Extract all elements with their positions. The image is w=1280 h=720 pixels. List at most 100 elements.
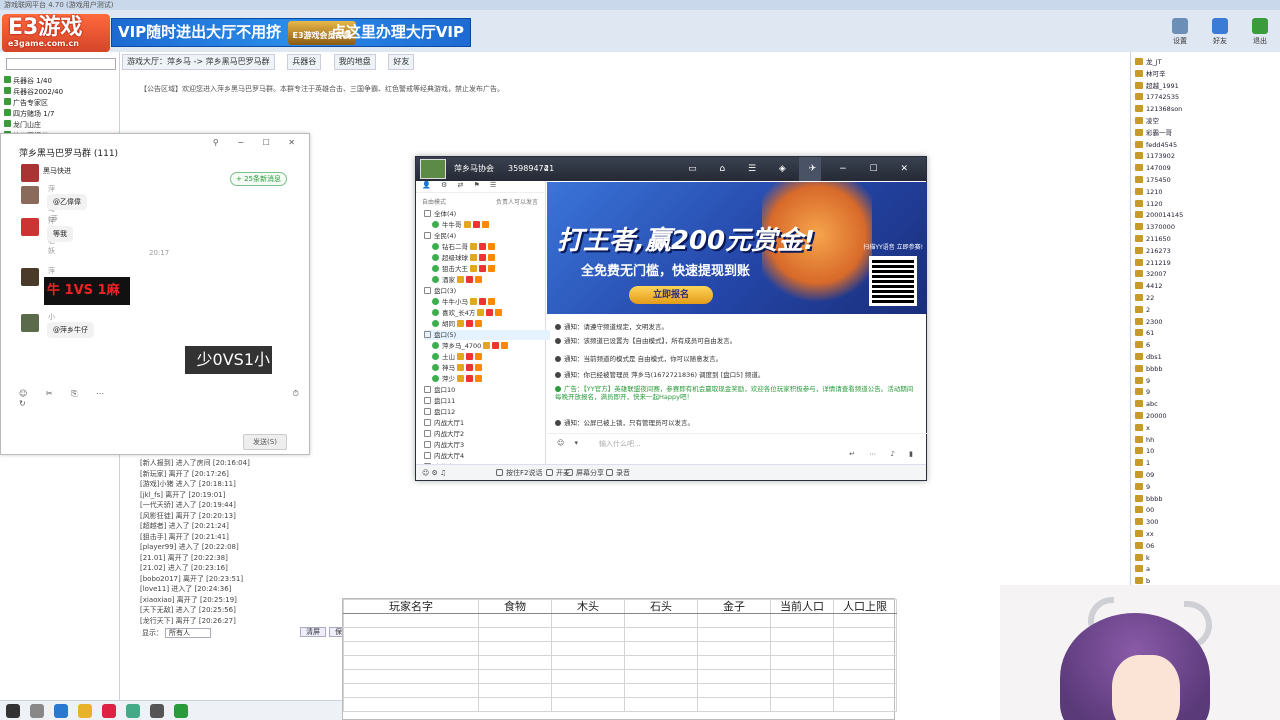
tree-toolbar[interactable]: 👤 ⚙ ⇄ ⚑ ☰ bbox=[416, 181, 546, 193]
app-icon[interactable] bbox=[102, 704, 116, 718]
vip-banner[interactable]: VIP随时进出大厅不用挤 E3游戏会员专属 点这里办理大厅VIP bbox=[111, 18, 471, 47]
table-cell[interactable] bbox=[343, 669, 479, 684]
user-list-item[interactable]: 200014145 bbox=[1135, 211, 1183, 220]
user-list-item[interactable]: 4412 bbox=[1135, 282, 1163, 291]
user-list-item[interactable]: xx bbox=[1135, 530, 1154, 539]
user-list-item[interactable]: 09 bbox=[1135, 471, 1154, 480]
table-cell[interactable] bbox=[343, 655, 479, 670]
channel-tree-item[interactable]: 牛牛哥 bbox=[432, 220, 489, 230]
table-cell[interactable] bbox=[343, 641, 479, 656]
table-cell[interactable] bbox=[343, 683, 479, 698]
user-list-item[interactable]: hh bbox=[1135, 435, 1154, 445]
user-list-item[interactable]: fedd4545 bbox=[1135, 140, 1177, 150]
table-cell[interactable] bbox=[343, 613, 479, 628]
channel-tree-item[interactable]: 萍乡马_4700 bbox=[432, 341, 509, 351]
table-cell[interactable] bbox=[770, 641, 834, 656]
channel-tree-item[interactable]: 狙击大王 bbox=[432, 264, 495, 274]
user-list-item[interactable]: 1173902 bbox=[1135, 152, 1175, 161]
user-list-item[interactable]: 林可辛 bbox=[1135, 69, 1166, 79]
table-cell[interactable] bbox=[551, 655, 625, 670]
channel-tree-item[interactable]: 萍少 bbox=[432, 374, 482, 384]
table-cell[interactable] bbox=[833, 683, 897, 698]
table-cell[interactable] bbox=[551, 641, 625, 656]
screen-share[interactable]: 屏幕分享 bbox=[566, 465, 604, 481]
image-message[interactable]: 牛 1VS 1麻 bbox=[44, 277, 130, 305]
table-cell[interactable] bbox=[624, 669, 698, 684]
tab-weapon-valley[interactable]: 兵器谷 bbox=[287, 54, 322, 70]
tab-my-territory[interactable]: 我的地盘 bbox=[333, 54, 376, 70]
table-cell[interactable] bbox=[478, 627, 552, 642]
tree-item[interactable]: 四方赌场 1/7 bbox=[4, 109, 55, 119]
server-select[interactable] bbox=[6, 58, 116, 70]
new-messages-button[interactable]: + 25条新消息 bbox=[230, 172, 287, 186]
channel-tree-item[interactable]: 胡同 bbox=[432, 319, 482, 329]
user-list-item[interactable]: 175450 bbox=[1135, 176, 1171, 185]
table-cell[interactable] bbox=[833, 669, 897, 684]
table-cell[interactable] bbox=[833, 613, 897, 628]
user-list-item[interactable]: 1120 bbox=[1135, 199, 1163, 209]
table-cell[interactable] bbox=[624, 655, 698, 670]
table-cell[interactable] bbox=[478, 641, 552, 656]
tab-friends[interactable]: 好友 bbox=[388, 54, 415, 70]
user-list-item[interactable]: 龙_JT bbox=[1135, 58, 1162, 67]
user-list-item[interactable]: 216273 bbox=[1135, 246, 1171, 256]
user-list-item[interactable]: 121368son bbox=[1135, 105, 1182, 114]
user-list-item[interactable]: 1 bbox=[1135, 459, 1150, 468]
table-cell[interactable] bbox=[624, 683, 698, 698]
table-cell[interactable] bbox=[697, 627, 771, 642]
table-cell[interactable] bbox=[697, 641, 771, 656]
channel-tree-item[interactable]: 神马 bbox=[432, 363, 482, 373]
user-list-item[interactable]: bbbb bbox=[1135, 364, 1163, 374]
table-cell[interactable] bbox=[770, 697, 834, 712]
channel-tree-item[interactable]: 土山 bbox=[432, 352, 482, 362]
channel-tree-item[interactable]: 盘口12 bbox=[424, 407, 455, 417]
user-list-item[interactable]: 06 bbox=[1135, 541, 1154, 551]
user-list-item[interactable]: 9 bbox=[1135, 376, 1150, 386]
table-cell[interactable] bbox=[624, 627, 698, 642]
user-list-item[interactable]: 211650 bbox=[1135, 235, 1171, 244]
record[interactable]: 录音 bbox=[606, 465, 630, 481]
table-cell[interactable] bbox=[478, 697, 552, 712]
user-list-item[interactable]: 22 bbox=[1135, 294, 1154, 303]
user-list-item[interactable]: 211219 bbox=[1135, 258, 1171, 268]
wechat-icon[interactable] bbox=[174, 704, 188, 718]
tree-item[interactable]: 兵器谷 1/40 bbox=[4, 76, 52, 86]
user-list-item[interactable]: 1210 bbox=[1135, 187, 1163, 197]
table-cell[interactable] bbox=[478, 683, 552, 698]
user-list-item[interactable]: 2300 bbox=[1135, 317, 1163, 327]
table-cell[interactable] bbox=[478, 669, 552, 684]
send-button[interactable]: 发送(S) bbox=[243, 434, 287, 450]
channel-tree-item[interactable]: 盘口11 bbox=[424, 396, 455, 406]
user-list-item[interactable]: 00 bbox=[1135, 506, 1154, 515]
table-cell[interactable] bbox=[478, 613, 552, 628]
tree-item[interactable]: 兵器谷2002/40 bbox=[4, 87, 63, 97]
user-list-item[interactable]: a bbox=[1135, 565, 1150, 574]
channel-tree-item[interactable]: 超级球球 bbox=[432, 253, 495, 263]
table-cell[interactable] bbox=[624, 641, 698, 656]
table-cell[interactable] bbox=[833, 641, 897, 656]
window-controls[interactable]: ▭ ⌂ ☰ ◈ ✈ − ☐ ✕ bbox=[688, 157, 918, 181]
channel-tree-item[interactable]: 内战大厅3 bbox=[424, 440, 464, 450]
table-cell[interactable] bbox=[624, 697, 698, 712]
app-icon[interactable] bbox=[126, 704, 140, 718]
start-icon[interactable] bbox=[6, 704, 20, 718]
user-list-item[interactable]: 6 bbox=[1135, 341, 1150, 350]
channel-tree-item[interactable]: 喜欢_长4方 bbox=[432, 308, 503, 318]
user-list-item[interactable]: 10 bbox=[1135, 447, 1154, 456]
user-list-item[interactable]: 20000 bbox=[1135, 412, 1167, 421]
tree-item[interactable]: 龙门山庄 bbox=[4, 120, 41, 130]
user-list-item[interactable]: abc bbox=[1135, 400, 1158, 409]
user-list-item[interactable]: bbbb bbox=[1135, 494, 1163, 504]
table-cell[interactable] bbox=[770, 613, 834, 628]
table-cell[interactable] bbox=[697, 669, 771, 684]
folder-icon[interactable] bbox=[78, 704, 92, 718]
user-list-item[interactable]: x bbox=[1135, 423, 1150, 433]
game-icon[interactable] bbox=[150, 704, 164, 718]
channel-tree-item[interactable]: 酒家 bbox=[432, 275, 482, 285]
table-cell[interactable] bbox=[770, 655, 834, 670]
channel-tree-item[interactable]: 盘口10 bbox=[424, 385, 455, 395]
friends-button[interactable]: 好友 bbox=[1205, 18, 1235, 50]
table-cell[interactable] bbox=[697, 697, 771, 712]
table-cell[interactable] bbox=[770, 627, 834, 642]
user-list-item[interactable]: 超越_1991 bbox=[1135, 81, 1179, 91]
